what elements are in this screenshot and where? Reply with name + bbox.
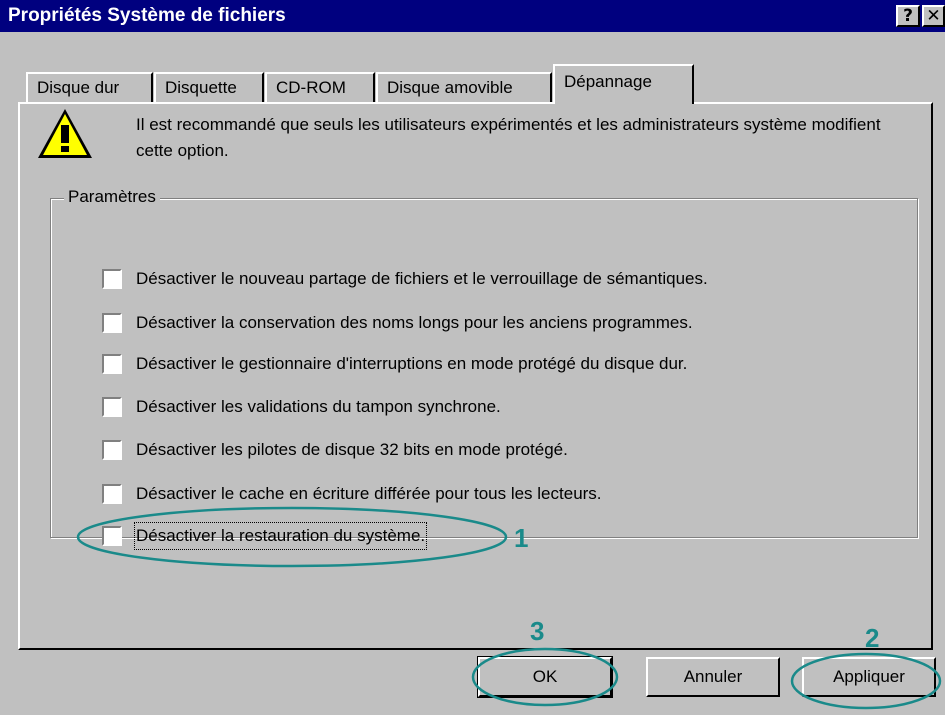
checkbox[interactable] — [102, 440, 122, 460]
parametres-legend: Paramètres — [64, 187, 160, 207]
title-bar: Propriétés Système de fichiers ? ✕ — [0, 0, 945, 32]
annotation-marker-2: 2 — [865, 623, 880, 653]
tab-label: CD-ROM — [276, 78, 346, 97]
checkbox-label: Désactiver la conservation des noms long… — [136, 313, 693, 332]
annotation-marker-1: 1 — [514, 523, 529, 553]
close-icon: ✕ — [926, 6, 941, 26]
tab-cd-rom[interactable]: CD-ROM — [265, 72, 375, 104]
tab-depannage[interactable]: Dépannage — [553, 64, 694, 104]
warning-icon — [38, 109, 92, 158]
checkbox-label: Désactiver le gestionnaire d'interruptio… — [136, 354, 688, 373]
apply-label: Appliquer — [833, 667, 905, 686]
checkbox[interactable] — [102, 354, 122, 374]
checkbox-label: Désactiver les pilotes de disque 32 bits… — [136, 440, 568, 459]
checkbox-label: Désactiver le nouveau partage de fichier… — [136, 269, 708, 288]
ok-button[interactable]: OK — [478, 657, 612, 697]
annotation-marker-3: 3 — [530, 616, 545, 646]
checkbox-label: Désactiver la restauration du système. — [133, 522, 428, 550]
checkbox-label: Désactiver le cache en écriture différée… — [136, 484, 602, 503]
window-title: Propriétés Système de fichiers — [8, 5, 286, 26]
checkbox-label: Désactiver les validations du tampon syn… — [136, 397, 501, 416]
tab-label: Disque dur — [37, 78, 120, 97]
tab-disque-amovible[interactable]: Disque amovible — [376, 72, 552, 104]
checkbox[interactable] — [102, 397, 122, 417]
tab-label: Disque amovible — [387, 78, 513, 97]
tab-disquette[interactable]: Disquette — [154, 72, 264, 104]
checkbox[interactable] — [102, 269, 122, 289]
tab-disque-dur[interactable]: Disque dur — [26, 72, 153, 104]
checkbox[interactable] — [102, 526, 122, 546]
tab-label: Dépannage — [564, 72, 652, 91]
apply-button[interactable]: Appliquer — [802, 657, 936, 697]
close-button[interactable]: ✕ — [922, 5, 945, 27]
tab-label: Disquette — [165, 78, 237, 97]
checkbox[interactable] — [102, 484, 122, 504]
warning-text: Il est recommandé que seuls les utilisat… — [136, 115, 881, 160]
cancel-button[interactable]: Annuler — [646, 657, 780, 697]
checkbox[interactable] — [102, 313, 122, 333]
help-icon: ? — [903, 6, 913, 26]
help-button[interactable]: ? — [896, 5, 920, 27]
